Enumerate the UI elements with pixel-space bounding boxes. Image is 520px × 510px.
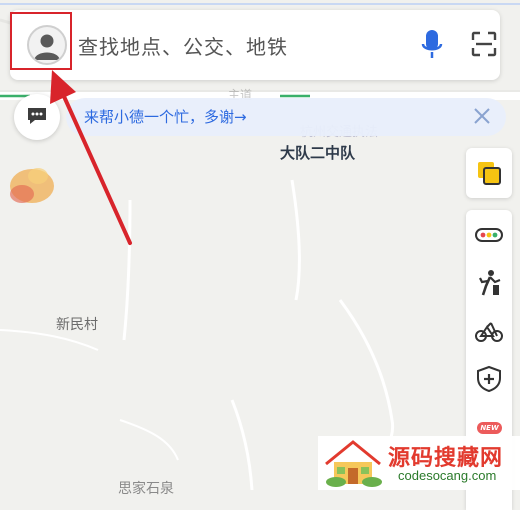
map-label-bottom[interactable]: 思家石泉 bbox=[118, 478, 174, 498]
scan-icon[interactable] bbox=[470, 30, 498, 58]
layers-icon bbox=[478, 162, 501, 185]
bicycle-icon bbox=[475, 322, 503, 342]
walking-button[interactable] bbox=[466, 260, 512, 306]
watermark-logo: 源码搜藏网 codesocang.com bbox=[318, 436, 520, 490]
notice-banner[interactable]: 来帮小德一个忙，多谢→ bbox=[66, 98, 506, 136]
watermark-domain: codesocang.com bbox=[398, 468, 497, 483]
map-label-dadui[interactable]: 大队二中队 bbox=[280, 142, 355, 163]
search-bar[interactable]: 查找地点、公交、地铁 bbox=[10, 10, 500, 80]
walking-person-icon bbox=[479, 270, 501, 296]
traffic-button[interactable] bbox=[466, 212, 512, 258]
map-label-xinmin[interactable]: 新民村 bbox=[56, 314, 98, 334]
microphone-icon[interactable] bbox=[418, 28, 446, 62]
new-badge: NEW bbox=[477, 422, 502, 434]
layers-button[interactable] bbox=[466, 148, 512, 198]
chat-button[interactable] bbox=[14, 94, 60, 140]
house-logo-icon bbox=[325, 440, 382, 487]
bike-button[interactable] bbox=[466, 308, 512, 354]
notice-text[interactable]: 来帮小德一个忙，多谢→ bbox=[84, 106, 247, 127]
safety-button[interactable] bbox=[466, 356, 512, 402]
traffic-light-icon bbox=[475, 228, 503, 242]
avatar-highlight-box bbox=[10, 12, 72, 70]
search-input[interactable]: 查找地点、公交、地铁 bbox=[78, 31, 288, 60]
shield-icon bbox=[477, 365, 501, 393]
close-icon[interactable] bbox=[472, 106, 492, 126]
chat-bubble-icon bbox=[28, 108, 46, 124]
